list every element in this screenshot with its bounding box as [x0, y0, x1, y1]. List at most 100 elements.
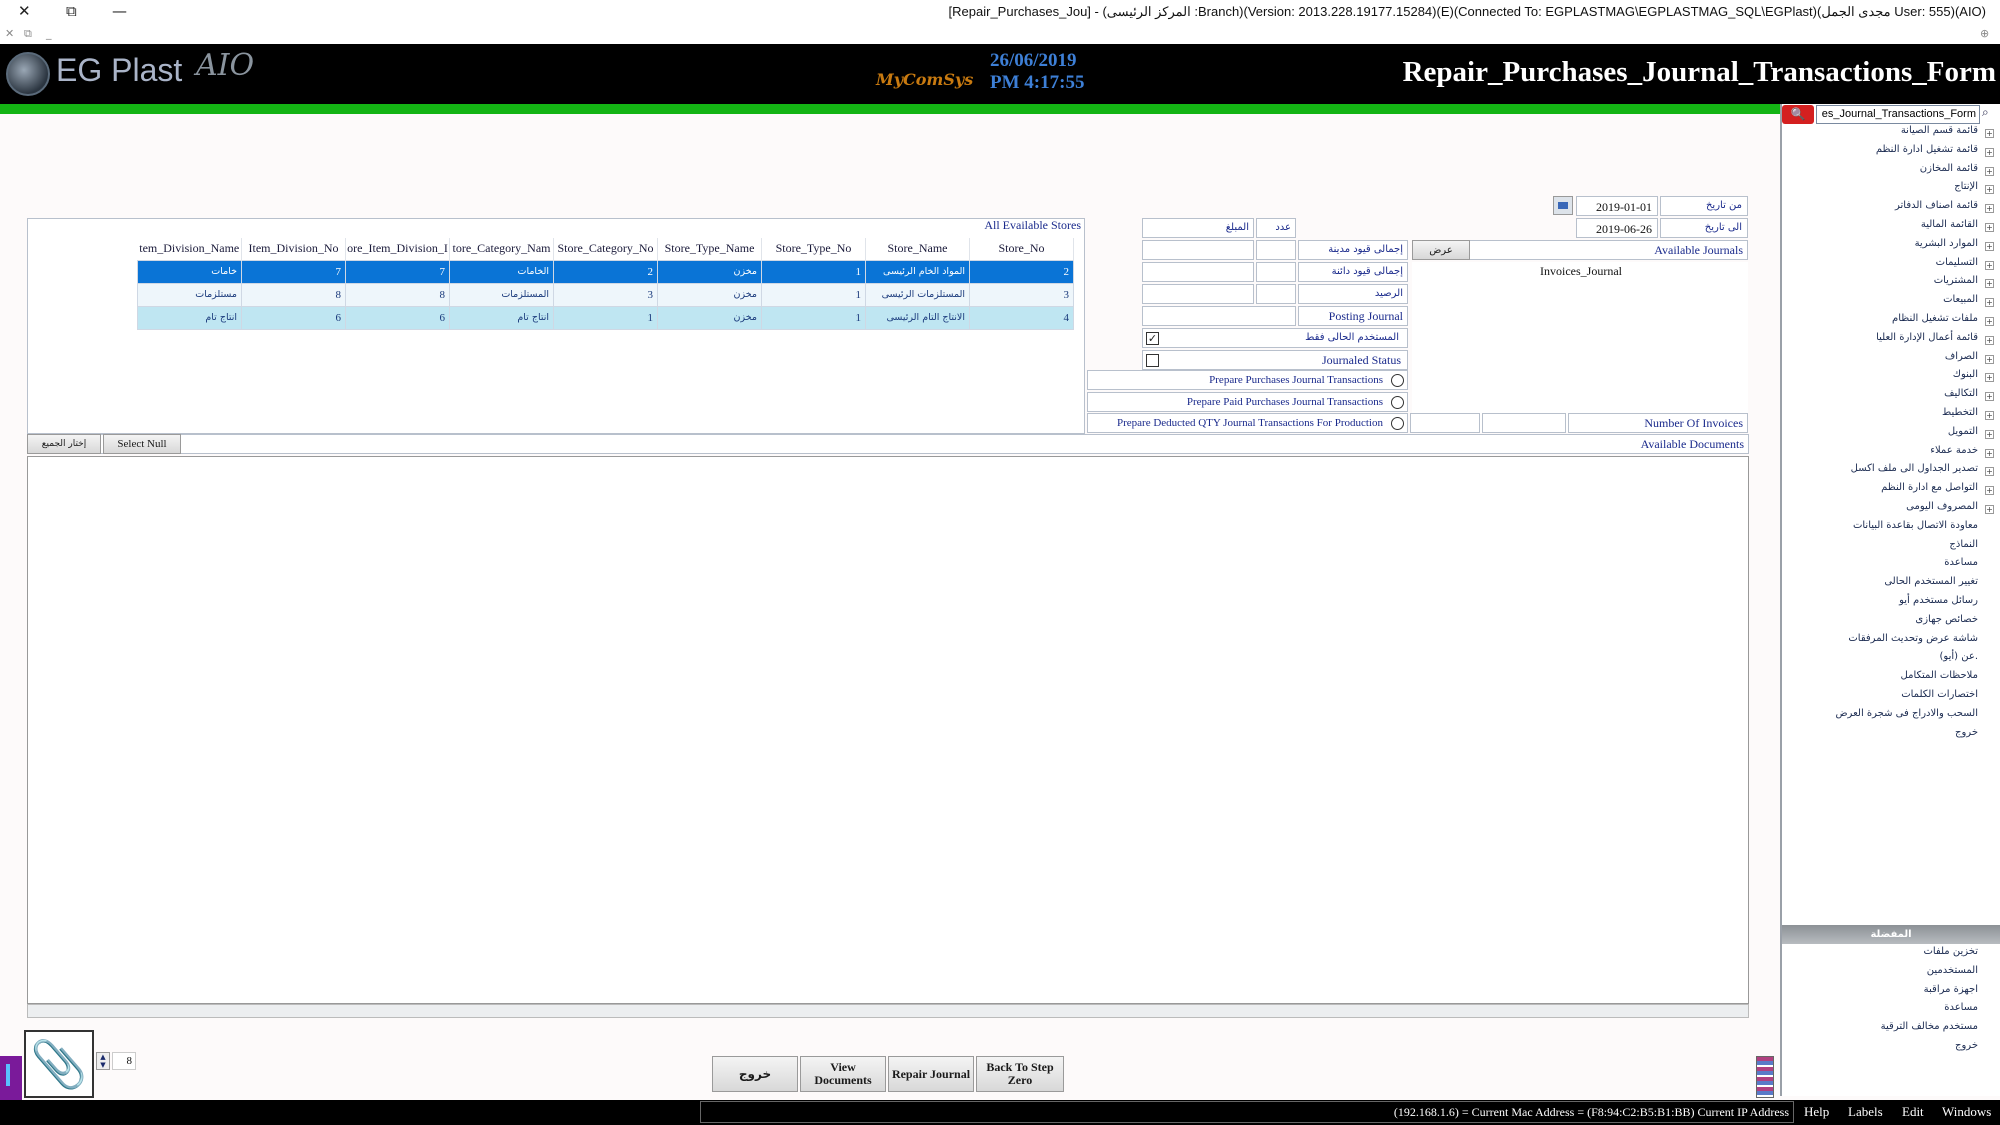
search-icon[interactable]: ⌕ [1982, 105, 1998, 124]
tree-item[interactable]: قائمة تشغيل ادارة النظم + [1784, 144, 1996, 163]
back-to-step-zero-button[interactable]: Back To Step Zero [976, 1056, 1064, 1092]
expand-icon[interactable]: + [1985, 335, 1994, 345]
tree-item[interactable]: قائمة المخازن + [1784, 163, 1996, 182]
favorite-item[interactable]: مستخدم مخالف الترقية [1784, 1021, 1996, 1040]
expand-icon[interactable]: + [1985, 166, 1994, 176]
expand-icon[interactable]: + [1985, 260, 1994, 270]
from-date-input[interactable]: 2019-01-01 [1576, 196, 1658, 216]
table-row[interactable]: انتاج تام 6 6 انتاج تام 1 مخزن 1 الانتاج التام … [137, 305, 1074, 330]
prepare-deducted-qty-option[interactable]: Prepare Deducted QTY Journal Transaction… [1087, 413, 1408, 433]
invoices-count-field[interactable] [1410, 413, 1480, 433]
repair-journal-button[interactable]: Repair Journal [888, 1056, 974, 1092]
journaled-status-checkbox[interactable] [1146, 354, 1159, 367]
side-tab[interactable] [0, 1056, 22, 1100]
spinner-arrows[interactable]: ▲ ▼ [96, 1052, 110, 1070]
tree-item[interactable]: القائمة المالية + [1784, 219, 1996, 238]
prepare-paid-purchases-radio[interactable] [1391, 396, 1404, 409]
tree-item[interactable]: التخطيط + [1784, 407, 1996, 426]
mdi-close-icon[interactable]: ✕ [5, 27, 14, 40]
prepare-purchases-option[interactable]: Prepare Purchases Journal Transactions [1087, 370, 1408, 390]
favorite-item[interactable]: المستخدمين [1784, 965, 1996, 984]
view-documents-button[interactable]: View Documents [800, 1056, 886, 1092]
tree-search-button[interactable]: 🔍 [1782, 105, 1814, 124]
tree-item[interactable]: النماذج [1784, 539, 1996, 558]
color-strip-icon[interactable] [1756, 1056, 1774, 1098]
mdi-minimize-icon[interactable]: _ [46, 27, 52, 40]
journal-item[interactable]: Invoices_Journal [1540, 264, 1622, 279]
tree-item[interactable]: ملفات تشغيل النظام + [1784, 313, 1996, 332]
menu-windows[interactable]: Windows [1942, 1104, 1991, 1120]
tree-item[interactable]: الموارد البشرية + [1784, 238, 1996, 257]
journaled-status-row[interactable]: Journaled Status [1142, 350, 1408, 370]
tree-item[interactable]: عن (أيو). [1784, 651, 1996, 670]
prepare-deducted-qty-radio[interactable] [1391, 417, 1404, 430]
tree-item[interactable]: التمويل + [1784, 426, 1996, 445]
invoices-amount-field[interactable] [1482, 413, 1566, 433]
tree-item[interactable]: التسليمات + [1784, 257, 1996, 276]
prepare-paid-purchases-option[interactable]: Prepare Paid Purchases Journal Transacti… [1087, 392, 1408, 412]
tree-item[interactable]: معاودة الاتصال بقاعدة البيانات [1784, 520, 1996, 539]
tree-search-input[interactable]: es_Journal_Transactions_Form [1816, 105, 1980, 124]
expand-icon[interactable]: + [1985, 279, 1994, 289]
column-header[interactable]: ore_Item_Division_I [345, 238, 450, 260]
expand-icon[interactable]: + [1985, 129, 1994, 138]
tree-item[interactable]: التواصل مع ادارة النظم + [1784, 482, 1996, 501]
tree-item[interactable]: خصائص جهازى [1784, 614, 1996, 633]
table-row[interactable]: مستلزمات 8 8 المستلزمات 3 مخزن 1 المستلزمات الر… [137, 282, 1074, 307]
expand-icon[interactable]: + [1985, 467, 1994, 477]
close-icon[interactable]: ✕ [18, 2, 31, 20]
menu-help[interactable]: Help [1804, 1104, 1829, 1120]
menu-edit[interactable]: Edit [1902, 1104, 1924, 1120]
tree-item[interactable]: اختصارات الكلمات [1784, 689, 1996, 708]
tree-item[interactable]: المبيعات + [1784, 294, 1996, 313]
mdi-extra-icon[interactable]: ⊕ [1980, 27, 1989, 40]
expand-icon[interactable]: + [1985, 429, 1994, 439]
mdi-restore-icon[interactable]: ⧉ [24, 27, 32, 41]
prepare-purchases-radio[interactable] [1391, 374, 1404, 387]
tree-item[interactable]: السحب والادراج فى شجرة العرض [1784, 708, 1996, 727]
tree-item[interactable]: الصراف + [1784, 351, 1996, 370]
column-header[interactable]: tem_Division_Name [137, 238, 242, 260]
table-row[interactable]: خامات 7 7 الخامات 2 مخزن 1 المواد الخام الرئيسى… [137, 259, 1074, 284]
favorite-item[interactable]: خروج [1784, 1040, 1996, 1059]
tree-item[interactable]: خروج [1784, 727, 1996, 746]
expand-icon[interactable]: + [1985, 486, 1994, 496]
column-header[interactable]: Store_Name [865, 238, 970, 260]
column-header[interactable]: Store_Type_No [761, 238, 866, 260]
select-null-button[interactable]: Select Null [103, 434, 181, 454]
expand-icon[interactable]: + [1985, 222, 1994, 232]
favorite-item[interactable]: اجهزة مراقبة [1784, 984, 1996, 1003]
tree-item[interactable]: الإنتاج + [1784, 181, 1996, 200]
menu-labels[interactable]: Labels [1848, 1104, 1883, 1120]
column-header[interactable]: Item_Division_No [241, 238, 346, 260]
expand-icon[interactable]: + [1985, 185, 1994, 195]
tree-item[interactable]: المصروف اليومى + [1784, 501, 1996, 520]
minimize-icon[interactable]: — [112, 2, 127, 20]
expand-icon[interactable]: + [1985, 298, 1994, 308]
tree-item[interactable]: المشتريات + [1784, 275, 1996, 294]
column-header[interactable]: Store_Type_Name [657, 238, 762, 260]
expand-icon[interactable]: + [1985, 504, 1994, 514]
expand-icon[interactable]: + [1985, 410, 1994, 420]
expand-icon[interactable]: + [1985, 147, 1994, 157]
tree-item[interactable]: خدمة عملاء + [1784, 445, 1996, 464]
expand-icon[interactable]: + [1985, 316, 1994, 326]
expand-icon[interactable]: + [1985, 373, 1994, 383]
expand-icon[interactable]: + [1985, 241, 1994, 251]
favorite-item[interactable]: مساعدة [1784, 1002, 1996, 1021]
expand-icon[interactable]: + [1985, 392, 1994, 402]
tree-item[interactable]: قائمة أعمال الإدارة العليا + [1784, 332, 1996, 351]
tree-item[interactable]: قائمة اصناف الدفاتر + [1784, 200, 1996, 219]
documents-grid[interactable] [27, 456, 1749, 1004]
restore-icon[interactable]: ⧉ [66, 2, 77, 20]
attach-icon[interactable]: 📎 [24, 1030, 94, 1098]
tree-item[interactable]: تصدير الجداول الى ملف اكسل + [1784, 463, 1996, 482]
tree-item[interactable]: مساعدة [1784, 557, 1996, 576]
documents-scrollbar[interactable] [27, 1004, 1749, 1018]
column-header[interactable]: Store_Category_No [553, 238, 658, 260]
tree-item[interactable]: تغيير المستخدم الحالى [1784, 576, 1996, 595]
spinner-value[interactable]: 8 [112, 1052, 136, 1070]
column-header[interactable]: tore_Category_Nam [449, 238, 554, 260]
expand-icon[interactable]: + [1985, 204, 1994, 214]
expand-icon[interactable]: + [1985, 354, 1994, 364]
